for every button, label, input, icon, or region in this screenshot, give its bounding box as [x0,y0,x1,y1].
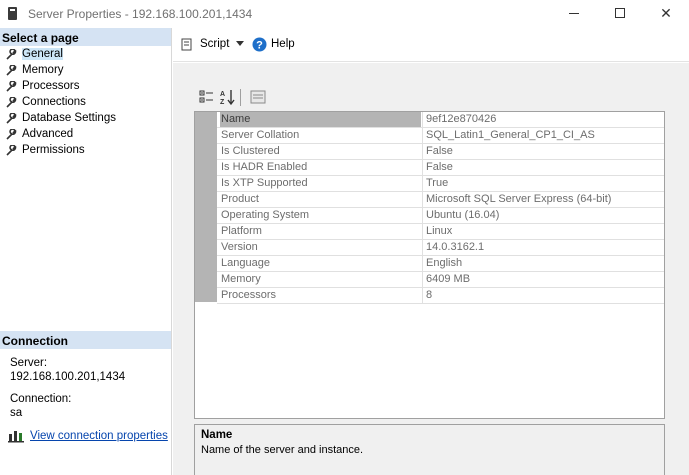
nav-item-label: Advanced [22,128,74,140]
minimize-icon [569,13,579,14]
connection-header: Connection [0,331,171,349]
window-title: Server Properties - 192.168.100.201,1434 [28,7,253,21]
description-title: Name [201,429,233,441]
nav-item-connections[interactable]: Connections [0,94,171,110]
wrench-icon [6,145,17,156]
property-row[interactable]: Server Collation SQL_Latin1_General_CP1_C… [217,128,664,144]
server-label: Server: [10,357,48,369]
property-name: Processors [221,289,277,301]
server-value: 192.168.100.201,1434 [10,371,126,383]
close-button[interactable]: ✕ [643,0,689,28]
nav-item-general[interactable]: General [0,46,171,62]
connection-label: Connection: [10,393,72,405]
property-name: Is HADR Enabled [221,161,308,173]
minimize-button[interactable] [551,0,597,28]
svg-text:?: ? [256,40,263,52]
nav-item-permissions[interactable]: Permissions [0,142,171,158]
wrench-icon [6,129,17,140]
property-value: True [422,176,664,191]
maximize-button[interactable] [597,0,643,28]
title-bar: Server Properties - 192.168.100.201,1434… [0,0,689,28]
svg-text:A: A [220,91,225,98]
property-value: SQL_Latin1_General_CP1_CI_AS [422,128,664,143]
property-name: Name [220,112,421,127]
property-name: Product [221,193,259,205]
select-page-header: Select a page [0,28,171,46]
property-value: English [422,256,664,271]
property-pages-icon[interactable] [249,88,267,106]
property-value: 9ef12e870426 [422,112,664,127]
property-name: Memory [221,273,261,285]
nav-item-label: Processors [22,80,80,92]
view-connection-properties-link[interactable]: View connection properties [30,430,168,442]
property-value: Ubuntu (16.04) [422,208,664,223]
left-pane: Select a page General Memory Processors … [0,28,172,475]
page-nav-list: General Memory Processors Connections Da… [0,46,171,158]
script-button[interactable]: Script [200,38,229,50]
property-value: False [422,144,664,159]
property-value: Microsoft SQL Server Express (64-bit) [422,192,664,207]
property-row[interactable]: Version 14.0.3162.1 [217,240,664,256]
property-value: False [422,160,664,175]
property-row[interactable]: Language English [217,256,664,272]
property-name: Operating System [221,209,310,221]
nav-item-advanced[interactable]: Advanced [0,126,171,142]
property-row[interactable]: Name 9ef12e870426 [217,112,664,128]
property-name: Version [221,241,258,253]
wrench-icon [6,97,17,108]
property-value: 14.0.3162.1 [422,240,664,255]
categorized-icon[interactable] [198,88,216,106]
description-panel: Name Name of the server and instance. [194,424,665,475]
property-name: Is Clustered [221,145,280,157]
property-row[interactable]: Processors 8 [217,288,664,304]
help-button[interactable]: Help [271,38,295,50]
toolbar: Script ? Help [173,28,689,62]
property-row[interactable]: Memory 6409 MB [217,272,664,288]
script-icon [181,38,192,51]
description-text: Name of the server and instance. [201,444,364,456]
svg-text:Z: Z [220,99,225,106]
property-row[interactable]: Operating System Ubuntu (16.04) [217,208,664,224]
nav-item-label: General [22,48,63,60]
nav-item-label: Permissions [22,144,85,156]
help-icon[interactable]: ? [252,37,267,52]
connection-properties-icon [8,431,24,443]
property-value: 8 [422,288,664,303]
wrench-icon [6,49,17,60]
property-value: Linux [422,224,664,239]
property-row[interactable]: Is HADR Enabled False [217,160,664,176]
property-name: Language [221,257,270,269]
nav-item-processors[interactable]: Processors [0,78,171,94]
sort-alphabetical-icon[interactable]: A Z [219,88,237,106]
property-grid: Name 9ef12e870426 Server Collation SQL_Lat… [194,111,665,419]
toolbar-separator [240,89,241,106]
nav-item-database-settings[interactable]: Database Settings [0,110,171,126]
property-value: 6409 MB [422,272,664,287]
property-grid-gutter [195,112,217,302]
connection-value: sa [10,407,23,419]
property-row[interactable]: Is XTP Supported True [217,176,664,192]
maximize-icon [615,8,625,18]
wrench-icon [6,81,17,92]
wrench-icon [6,113,17,124]
nav-item-label: Connections [22,96,86,108]
property-name: Is XTP Supported [221,177,308,189]
nav-item-label: Database Settings [22,112,116,124]
nav-item-label: Memory [22,64,64,76]
property-name: Platform [221,225,262,237]
property-row[interactable]: Is Clustered False [217,144,664,160]
app-icon [8,7,17,20]
property-row[interactable]: Product Microsoft SQL Server Express (64-… [217,192,664,208]
nav-item-memory[interactable]: Memory [0,62,171,78]
wrench-icon [6,65,17,76]
property-row[interactable]: Platform Linux [217,224,664,240]
close-icon: ✕ [660,5,672,21]
chevron-down-icon[interactable] [236,41,244,47]
property-name: Server Collation [221,129,300,141]
